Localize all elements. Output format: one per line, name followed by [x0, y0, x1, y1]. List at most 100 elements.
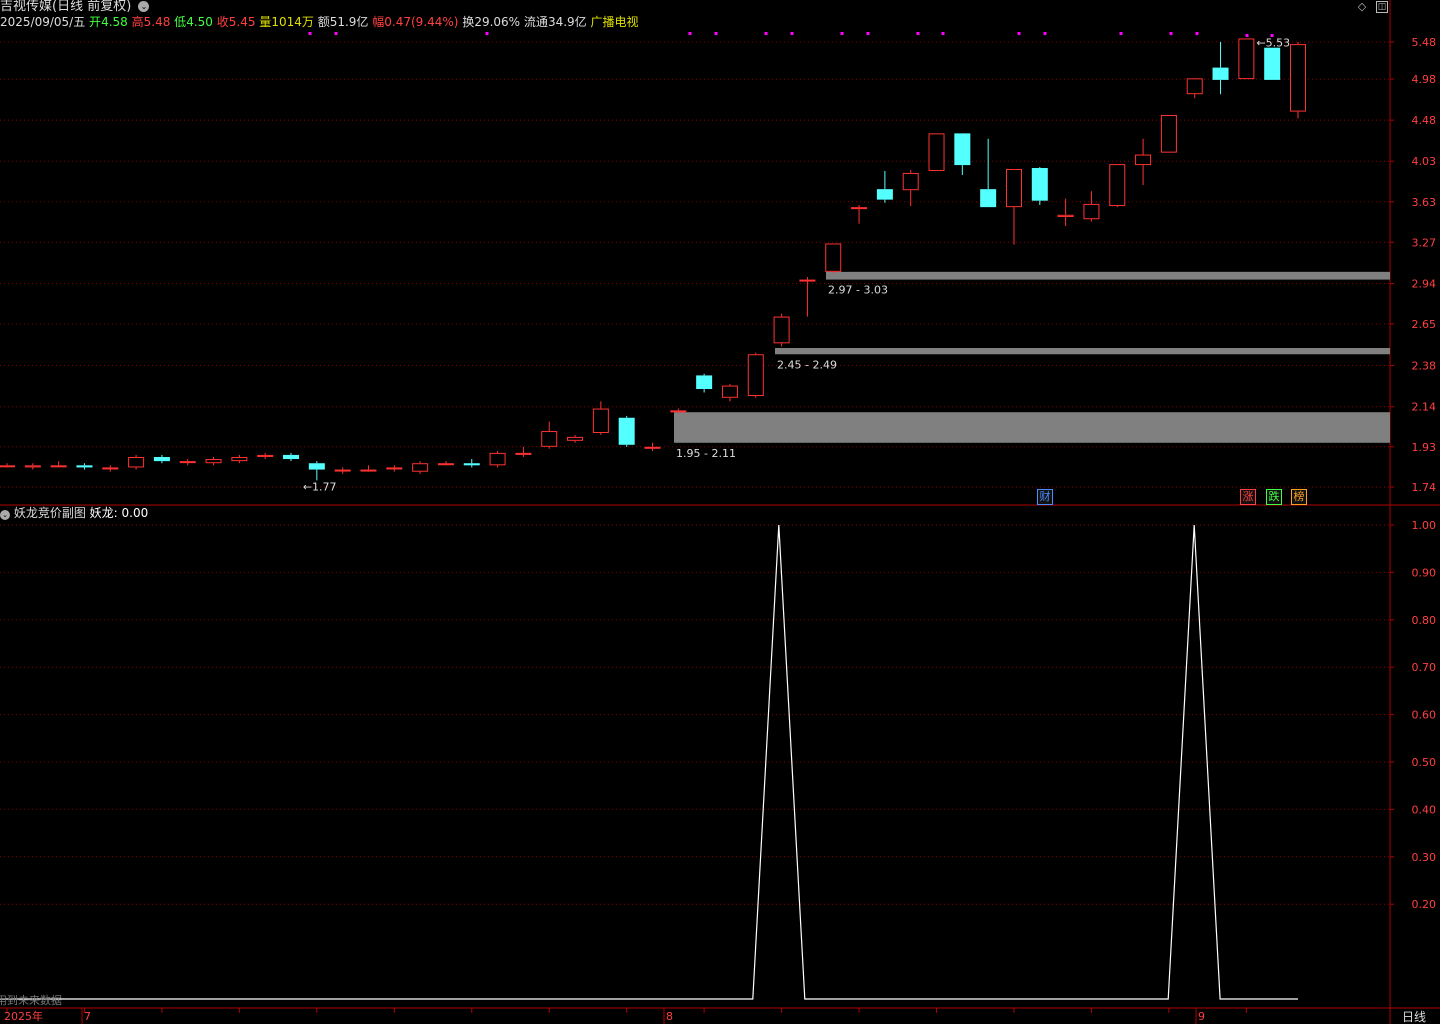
signal-marker	[688, 32, 692, 35]
signal-marker	[485, 32, 489, 35]
candle-body	[128, 456, 145, 468]
candle	[928, 133, 945, 171]
float-value: 34.9亿	[547, 15, 587, 29]
candle-body	[437, 463, 454, 466]
indicator-name: 妖龙竞价副图	[13, 506, 86, 520]
candle-body	[257, 454, 274, 457]
candle	[980, 138, 997, 208]
candle-body	[799, 279, 816, 282]
candle	[1238, 38, 1255, 80]
signal-marker	[1119, 32, 1123, 35]
candle	[153, 454, 170, 464]
candle-body	[0, 465, 15, 468]
candle-body	[1005, 168, 1022, 208]
diamond-icon[interactable]: ◇	[1356, 1, 1368, 13]
candle	[1109, 164, 1126, 208]
candle-body	[721, 385, 738, 398]
year-label: 2025年	[4, 1010, 43, 1023]
candle-body	[24, 465, 41, 468]
candle-body	[851, 207, 868, 210]
open-label: 开	[89, 15, 102, 29]
finance-badge[interactable]: 财	[1037, 489, 1053, 505]
candle	[773, 313, 790, 347]
chevron-down-icon[interactable]: ⌄	[0, 510, 10, 520]
candle-body	[592, 408, 609, 433]
candle-body	[1212, 67, 1229, 80]
period-label: (日线 前复权)	[52, 0, 132, 14]
rise-badge[interactable]: 涨	[1240, 489, 1256, 505]
candle-body	[50, 465, 67, 468]
candle	[541, 421, 558, 449]
fall-badge[interactable]: 跌	[1266, 489, 1282, 505]
candle	[0, 463, 15, 468]
chevron-down-icon[interactable]: ⌄	[138, 1, 150, 12]
support-zone-label: 2.45 - 2.49	[777, 358, 837, 371]
candle	[257, 452, 274, 460]
signal-marker	[790, 32, 794, 35]
low-label: 低	[174, 15, 187, 29]
indicator-tick-label: 0.90	[1412, 566, 1437, 579]
candle	[386, 465, 403, 472]
candle-body	[902, 172, 919, 191]
signal-marker	[1270, 34, 1274, 37]
period-button[interactable]: 日线	[1402, 1010, 1426, 1024]
candle-body	[954, 133, 971, 166]
candle	[1264, 47, 1281, 80]
candle-body	[773, 316, 790, 344]
indicator-tick-label: 0.30	[1412, 851, 1437, 864]
candle-body	[1135, 154, 1152, 166]
price-tick-label: 2.14	[1412, 401, 1437, 414]
candle-body	[205, 459, 222, 464]
signal-marker	[1195, 32, 1199, 35]
candle	[1290, 42, 1306, 119]
candle	[102, 465, 119, 472]
candle-body	[231, 456, 248, 462]
candle	[721, 383, 738, 402]
future-data-warning: 用到未来数据	[0, 994, 62, 1007]
signal-marker	[941, 32, 945, 35]
candle	[76, 463, 93, 470]
candle	[696, 373, 713, 393]
candle	[1057, 198, 1074, 227]
candle-body	[308, 463, 325, 470]
indicator-header[interactable]: ⌄ 妖龙竞价副图 妖龙: 0.00	[0, 506, 148, 520]
candle-body	[567, 436, 584, 441]
signal-marker	[764, 32, 768, 35]
candle	[644, 442, 661, 451]
candle	[1083, 191, 1100, 222]
candle	[1005, 168, 1022, 245]
high-value: 5.48	[143, 15, 171, 29]
candle-body	[1238, 38, 1255, 80]
signal-marker	[1245, 34, 1249, 37]
indicator-tick-label: 0.70	[1412, 661, 1437, 674]
turnover-label: 换	[462, 15, 475, 29]
low-value: 4.50	[186, 15, 213, 29]
candle-body	[825, 243, 842, 272]
candle-body	[980, 189, 997, 208]
signal-marker	[840, 32, 844, 35]
signal-marker	[1169, 32, 1173, 35]
window-toggle-icon[interactable]: ◫	[1376, 1, 1388, 13]
candle	[489, 450, 506, 468]
candle	[179, 459, 196, 466]
float-label: 流通	[523, 15, 548, 29]
stock-title[interactable]: 吉视传媒(日线 前复权) ⌄	[0, 0, 150, 14]
price-tick-label: 5.48	[1412, 36, 1437, 49]
signal-marker	[1017, 32, 1021, 35]
candle-body	[102, 467, 119, 470]
candle-body	[463, 463, 480, 466]
ranking-badge[interactable]: 榜	[1291, 489, 1307, 505]
indicator-tick-label: 0.40	[1412, 803, 1437, 816]
candle	[567, 434, 584, 443]
signal-marker	[866, 32, 870, 35]
candle-body	[334, 469, 351, 472]
candle-body	[1186, 78, 1203, 95]
candle-body	[153, 456, 170, 462]
sector-link[interactable]: 广播电视	[591, 15, 639, 29]
close-value: 5.45	[228, 15, 256, 29]
candle-body	[1109, 164, 1126, 207]
kline-chart-area: 5.48 4.98 4.48 4.03 3.63 3.27 2.94 2.65 2.38 2.14…	[0, 0, 1440, 1024]
turnover-value: 29.06%	[474, 15, 521, 29]
price-tick-label: 1.74	[1412, 481, 1437, 494]
candle	[308, 461, 325, 481]
